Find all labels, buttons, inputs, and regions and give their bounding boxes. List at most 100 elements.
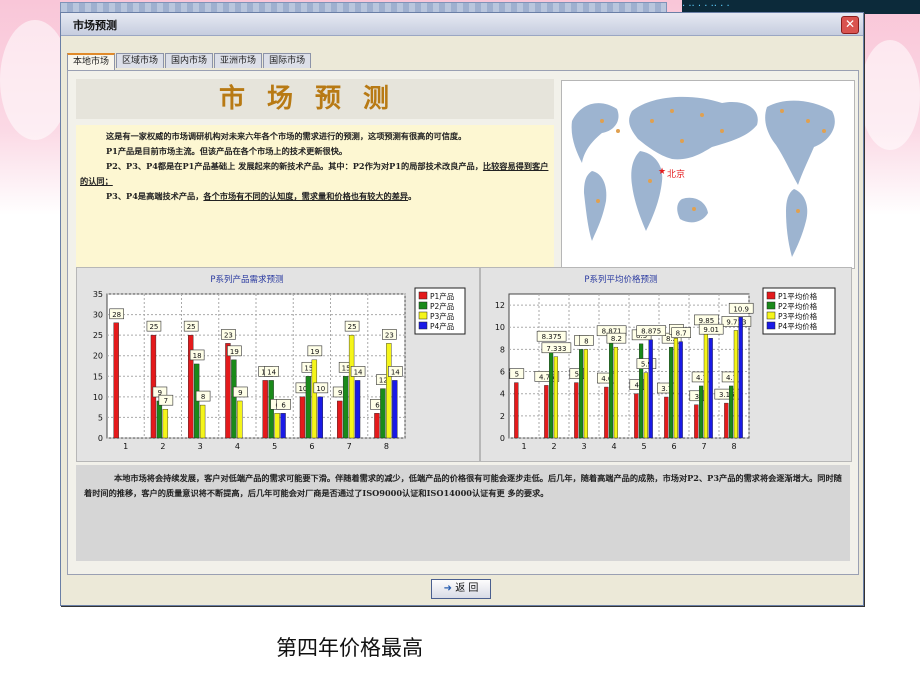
legend-label: P3平均价格 bbox=[778, 311, 818, 321]
intro-paragraph: P3、P4是高端技术产品，各个市场有不同的认知度，需求量和价格也有较大的差异。 bbox=[80, 189, 550, 204]
legend-label: P4平均价格 bbox=[778, 321, 818, 331]
bar bbox=[604, 386, 609, 439]
y-tick-label: 4 bbox=[500, 390, 505, 399]
x-tick-label: 2 bbox=[551, 442, 556, 451]
bar bbox=[733, 330, 738, 439]
bar bbox=[724, 402, 729, 439]
tab-asia-market[interactable]: 亚洲市场 bbox=[214, 53, 263, 68]
data-label: 3 bbox=[695, 393, 699, 401]
x-tick-label: 4 bbox=[611, 442, 616, 451]
bar bbox=[643, 372, 648, 439]
data-label: 9 bbox=[338, 389, 342, 397]
x-tick-label: 7 bbox=[701, 442, 706, 451]
bar bbox=[392, 380, 398, 439]
y-tick-label: 35 bbox=[93, 290, 103, 299]
data-label: 10 bbox=[316, 385, 325, 393]
bar bbox=[237, 400, 243, 439]
data-label: 19 bbox=[310, 348, 319, 356]
y-tick-label: 10 bbox=[495, 323, 505, 332]
data-label: 5 bbox=[515, 371, 519, 379]
legend-swatch bbox=[766, 301, 776, 310]
page-title: 市场预测 bbox=[218, 84, 411, 114]
data-label: 9 bbox=[238, 389, 242, 397]
chart-title: P系列产品需求预测 bbox=[210, 274, 283, 285]
bar bbox=[280, 413, 286, 439]
summary-paragraph: 本地市场将会持续发展，客户对低端产品的需求可能要下滑。伴随着需求的减少，低端产品… bbox=[84, 473, 842, 498]
x-tick-label: 3 bbox=[198, 442, 203, 451]
bar bbox=[262, 380, 268, 439]
title-bar: 市场预测 ✕ bbox=[61, 13, 863, 36]
bar bbox=[613, 346, 618, 439]
bar bbox=[738, 317, 743, 439]
intro-text: 这是有一家权威的市场调研机构对未来六年各个市场的需求进行的预测，这项预测有很高的… bbox=[76, 125, 554, 273]
legend-swatch bbox=[766, 291, 776, 300]
data-label: 14 bbox=[267, 368, 276, 376]
y-tick-label: 15 bbox=[93, 372, 103, 381]
close-button[interactable]: ✕ bbox=[841, 16, 859, 34]
legend-swatch bbox=[766, 311, 776, 320]
world-map-graphic bbox=[571, 96, 835, 257]
legend-swatch bbox=[418, 301, 428, 310]
x-tick-label: 8 bbox=[384, 442, 389, 451]
data-label: 9.85 bbox=[699, 317, 715, 325]
data-label: 6 bbox=[375, 401, 380, 409]
bar bbox=[578, 349, 584, 439]
bar bbox=[583, 349, 588, 439]
bar bbox=[225, 343, 231, 439]
data-label: 18 bbox=[193, 352, 202, 360]
window-footer: ➜ 返 回 bbox=[61, 575, 863, 605]
bar bbox=[380, 388, 386, 439]
tab-local-market[interactable]: 本地市场 bbox=[67, 53, 116, 70]
back-button[interactable]: ➜ 返 回 bbox=[431, 579, 491, 599]
legend-label: P1产品 bbox=[430, 291, 454, 301]
data-label: 25 bbox=[187, 323, 196, 331]
data-label: 19 bbox=[230, 348, 239, 356]
intro-text-span: P3、P4是高端技术产品， bbox=[106, 191, 204, 201]
bar bbox=[317, 396, 323, 439]
legend-label: P3产品 bbox=[430, 311, 454, 321]
bar bbox=[348, 334, 355, 439]
bar bbox=[311, 359, 318, 439]
legend-label: P1平均价格 bbox=[778, 291, 818, 301]
x-tick-label: 6 bbox=[671, 442, 676, 451]
bar bbox=[668, 346, 674, 439]
data-label: 8 bbox=[201, 393, 205, 401]
bar bbox=[553, 356, 558, 439]
tab-regional-market[interactable]: 区域市场 bbox=[116, 53, 165, 68]
bar bbox=[337, 400, 343, 439]
intro-paragraph: P2、P3、P4都是在P1产品基础上 发展起来的新技术产品。其中：P2作为对P1… bbox=[80, 159, 550, 189]
bar bbox=[162, 408, 169, 439]
y-tick-label: 12 bbox=[495, 301, 505, 310]
header-banner: 市场预测 bbox=[76, 79, 554, 119]
bar bbox=[548, 345, 554, 439]
bar bbox=[703, 328, 708, 439]
tab-domestic-market[interactable]: 国内市场 bbox=[165, 53, 214, 68]
bar bbox=[608, 339, 614, 439]
bar bbox=[386, 343, 392, 439]
bar bbox=[354, 380, 361, 439]
legend-label: P4产品 bbox=[430, 321, 454, 331]
data-label: 23 bbox=[224, 331, 233, 339]
x-tick-label: 1 bbox=[123, 442, 128, 451]
x-tick-label: 4 bbox=[235, 442, 240, 451]
y-tick-label: 2 bbox=[500, 412, 505, 421]
tab-international-market[interactable]: 国际市场 bbox=[263, 53, 312, 68]
data-label: 8 bbox=[584, 337, 588, 345]
data-label: 4 bbox=[635, 382, 640, 390]
bar bbox=[634, 393, 639, 439]
y-tick-label: 8 bbox=[500, 345, 505, 354]
bar bbox=[664, 396, 669, 439]
forecast-summary: 本地市场将会持续发展，客户对低端产品的需求可能要下滑。伴随着需求的减少，低端产品… bbox=[76, 465, 850, 561]
bar bbox=[728, 385, 734, 439]
background-decoration bbox=[860, 40, 920, 150]
bar bbox=[274, 413, 280, 439]
bar bbox=[113, 322, 119, 439]
intro-paragraph: 这是有一家权威的市场调研机构对未来六年各个市场的需求进行的预测，这项预测有很高的… bbox=[106, 131, 467, 141]
x-tick-label: 6 bbox=[309, 442, 314, 451]
y-tick-label: 5 bbox=[98, 413, 103, 422]
data-label: 9.713 bbox=[726, 318, 746, 326]
legend-label: P2产品 bbox=[430, 301, 454, 311]
data-label: 25 bbox=[149, 323, 158, 331]
y-tick-label: 20 bbox=[93, 352, 103, 361]
bar bbox=[199, 404, 206, 439]
